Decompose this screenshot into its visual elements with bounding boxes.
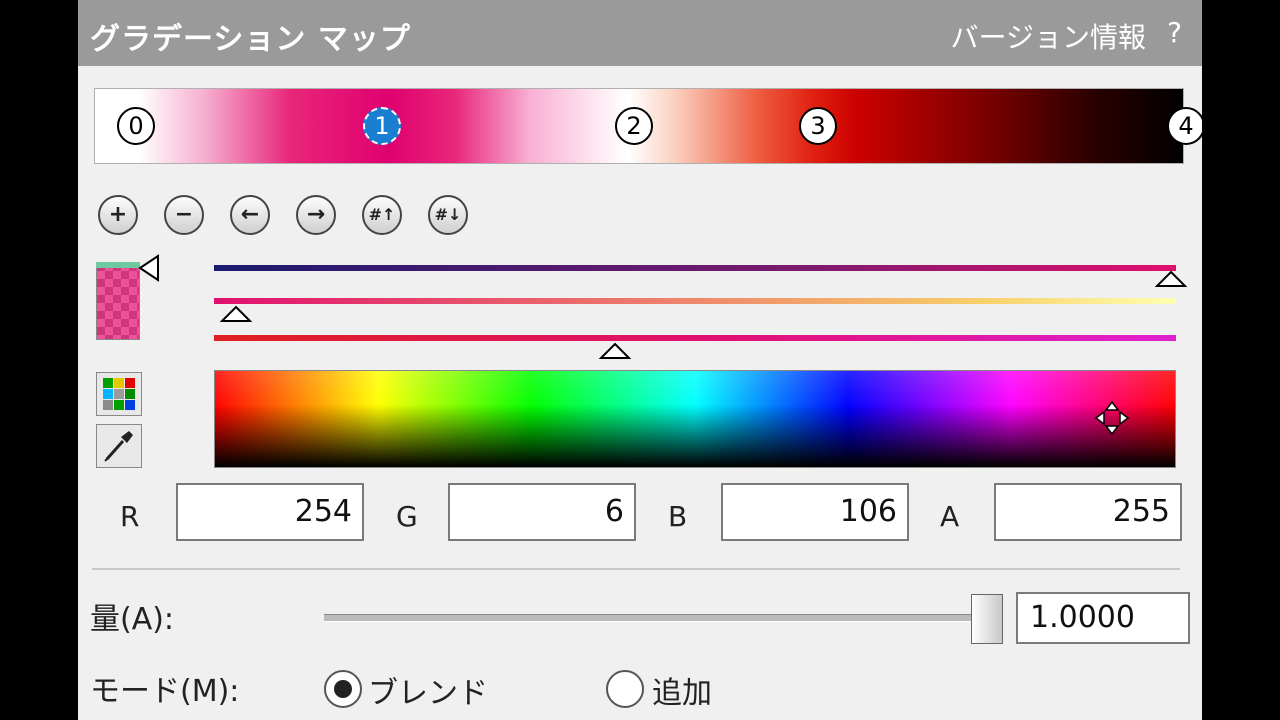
blue-label: B bbox=[668, 500, 688, 533]
move-stop-right-button[interactable]: → bbox=[296, 195, 336, 235]
gradient-stop-2[interactable]: 2 bbox=[615, 107, 653, 145]
blend-radio-label[interactable]: ブレンド bbox=[368, 668, 488, 712]
renumber-down-button[interactable]: #↓ bbox=[428, 195, 468, 235]
gradient-preview-bar[interactable]: 0 1 2 3 4 bbox=[94, 88, 1202, 164]
color-spectrum-picker[interactable] bbox=[214, 370, 1176, 468]
remove-stop-button[interactable]: − bbox=[164, 195, 204, 235]
saturation-slider-track[interactable] bbox=[214, 298, 1176, 304]
alpha-label: A bbox=[940, 500, 960, 533]
amount-slider-track[interactable] bbox=[324, 614, 988, 622]
green-input[interactable]: 6 bbox=[448, 483, 636, 541]
red-label: R bbox=[120, 500, 140, 533]
current-color-swatch bbox=[96, 262, 140, 340]
hue-slider-handle-icon[interactable] bbox=[1155, 270, 1187, 288]
blend-radio[interactable] bbox=[324, 670, 362, 708]
add-stop-button[interactable]: + bbox=[98, 195, 138, 235]
mode-label: モード(M): bbox=[90, 674, 240, 709]
hue-slider-track[interactable] bbox=[214, 265, 1176, 271]
gradient-stop-1[interactable]: 1 bbox=[363, 107, 401, 145]
version-info-link[interactable]: バージョン情報 bbox=[951, 16, 1146, 56]
alpha-input[interactable]: 255 bbox=[994, 483, 1182, 541]
palette-button[interactable] bbox=[96, 372, 142, 416]
eyedropper-icon bbox=[104, 431, 133, 462]
amount-input[interactable]: 1.0000 bbox=[1016, 592, 1190, 644]
amount-slider-thumb[interactable] bbox=[971, 594, 1003, 644]
panel-title: グラデーション マップ bbox=[90, 22, 411, 57]
add-radio[interactable] bbox=[606, 670, 644, 708]
move-stop-left-button[interactable]: ← bbox=[230, 195, 270, 235]
green-label: G bbox=[396, 500, 418, 533]
saturation-slider-handle-icon[interactable] bbox=[220, 305, 252, 323]
red-input[interactable]: 254 bbox=[176, 483, 364, 541]
panel-titlebar: グラデーション マップ バージョン情報 ? bbox=[78, 0, 1202, 66]
palette-icon bbox=[103, 378, 135, 410]
gradient-map-panel: グラデーション マップ バージョン情報 ? 0 1 2 3 4 + − ← → … bbox=[78, 0, 1202, 720]
brightness-slider-handle-icon[interactable] bbox=[599, 342, 631, 360]
spectrum-crosshair-icon bbox=[1094, 400, 1130, 436]
section-divider bbox=[92, 568, 1180, 570]
eyedropper-button[interactable] bbox=[96, 424, 142, 468]
brightness-slider-track[interactable] bbox=[214, 335, 1176, 341]
swatch-pointer-icon bbox=[138, 254, 159, 282]
help-icon[interactable]: ? bbox=[1167, 16, 1182, 49]
gradient-stop-4[interactable]: 4 bbox=[1167, 107, 1202, 145]
renumber-up-button[interactable]: #↑ bbox=[362, 195, 402, 235]
blue-input[interactable]: 106 bbox=[721, 483, 909, 541]
gradient-stop-0[interactable]: 0 bbox=[117, 107, 155, 145]
add-radio-label[interactable]: 追加 bbox=[652, 668, 712, 712]
gradient-stop-3[interactable]: 3 bbox=[799, 107, 837, 145]
amount-label: 量(A): bbox=[90, 602, 175, 637]
swatch-accent-strip bbox=[96, 262, 140, 268]
